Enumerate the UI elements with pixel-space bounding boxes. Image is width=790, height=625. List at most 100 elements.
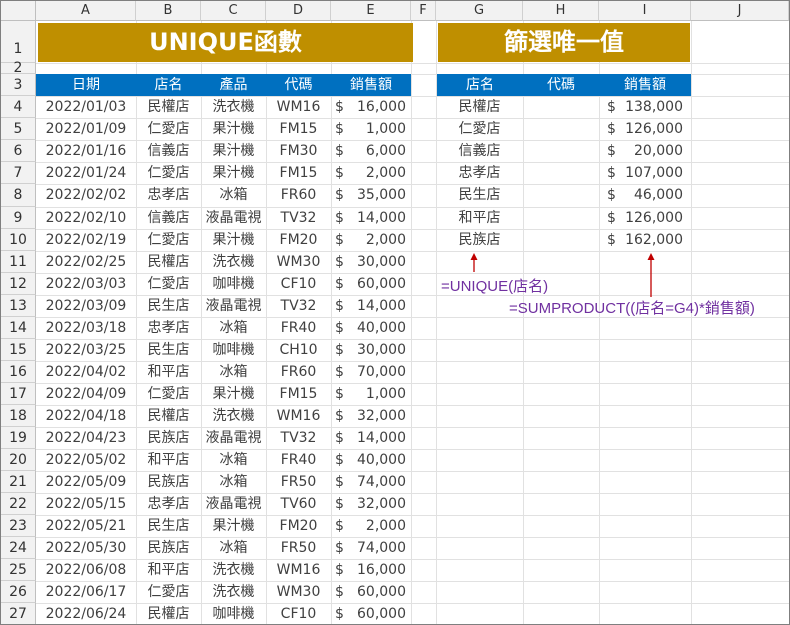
row-header-15[interactable]: 15 [1,339,36,361]
row-header-24[interactable]: 24 [1,537,36,559]
product-cell[interactable]: 洗衣機 [201,559,266,581]
row-header-26[interactable]: 26 [1,581,36,603]
select-all-corner[interactable] [1,1,36,21]
store-cell[interactable]: 民權店 [136,405,201,427]
code-cell[interactable]: TV32 [266,427,331,449]
date-cell[interactable]: 2022/05/02 [36,449,136,471]
product-cell[interactable]: 冰箱 [201,449,266,471]
product-cell[interactable]: 果汁機 [201,229,266,251]
code-cell[interactable]: FM15 [266,118,331,140]
code-cell[interactable]: FR50 [266,537,331,559]
sales-amount-cell[interactable]: $1,000 [331,118,411,140]
code-cell[interactable]: CH10 [266,339,331,361]
left-title[interactable]: UNIQUE函數 [38,23,413,62]
product-cell[interactable]: 洗衣機 [201,251,266,273]
column-header-f[interactable]: F [411,1,436,21]
row-header-19[interactable]: 19 [1,427,36,449]
row-header-27[interactable]: 27 [1,603,36,624]
column-header-a[interactable]: A [36,1,136,21]
product-cell[interactable]: 咖啡機 [201,273,266,295]
code-cell[interactable]: WM16 [266,559,331,581]
unique-code-cell[interactable] [523,140,599,162]
store-cell[interactable]: 民權店 [136,251,201,273]
date-cell[interactable]: 2022/06/08 [36,559,136,581]
row-header-20[interactable]: 20 [1,449,36,471]
unique-code-cell[interactable] [523,162,599,184]
sales-amount-cell[interactable]: $40,000 [331,449,411,471]
store-cell[interactable]: 民生店 [136,515,201,537]
product-cell[interactable]: 咖啡機 [201,603,266,624]
code-cell[interactable]: FM20 [266,229,331,251]
store-cell[interactable]: 民權店 [136,603,201,624]
sales-amount-cell[interactable]: $2,000 [331,515,411,537]
store-cell[interactable]: 民族店 [136,427,201,449]
code-cell[interactable]: CF10 [266,603,331,624]
unique-code-cell[interactable] [523,184,599,207]
code-cell[interactable]: TV32 [266,295,331,317]
product-cell[interactable]: 果汁機 [201,118,266,140]
unique-store-cell[interactable]: 信義店 [436,140,523,162]
product-cell[interactable]: 冰箱 [201,317,266,339]
sales-amount-cell[interactable]: $32,000 [331,405,411,427]
right-header-cell[interactable]: 店名 [437,74,523,96]
code-cell[interactable]: TV60 [266,493,331,515]
date-cell[interactable]: 2022/04/18 [36,405,136,427]
date-cell[interactable]: 2022/02/19 [36,229,136,251]
date-cell[interactable]: 2022/01/03 [36,96,136,118]
row-header-21[interactable]: 21 [1,471,36,493]
date-cell[interactable]: 2022/03/09 [36,295,136,317]
sales-amount-cell[interactable]: $16,000 [331,96,411,118]
product-cell[interactable]: 液晶電視 [201,295,266,317]
code-cell[interactable]: WM16 [266,405,331,427]
row-header-18[interactable]: 18 [1,405,36,427]
product-cell[interactable]: 果汁機 [201,515,266,537]
date-cell[interactable]: 2022/03/18 [36,317,136,339]
code-cell[interactable]: FR50 [266,471,331,493]
code-cell[interactable]: FR40 [266,449,331,471]
date-cell[interactable]: 2022/06/17 [36,581,136,603]
row-header-14[interactable]: 14 [1,317,36,339]
sales-amount-cell[interactable]: $70,000 [331,361,411,383]
sales-amount-cell[interactable]: $2,000 [331,229,411,251]
store-cell[interactable]: 仁愛店 [136,118,201,140]
unique-total-cell[interactable]: $126,000 [599,118,691,140]
store-cell[interactable]: 和平店 [136,449,201,471]
unique-total-cell[interactable]: $107,000 [599,162,691,184]
sales-amount-cell[interactable]: $2,000 [331,162,411,184]
column-header-j[interactable]: J [691,1,789,21]
row-header-7[interactable]: 7 [1,162,36,184]
date-cell[interactable]: 2022/05/21 [36,515,136,537]
column-header-d[interactable]: D [266,1,331,21]
product-cell[interactable]: 冰箱 [201,184,266,207]
store-cell[interactable]: 民權店 [136,96,201,118]
code-cell[interactable]: FR60 [266,184,331,207]
date-cell[interactable]: 2022/03/25 [36,339,136,361]
code-cell[interactable]: CF10 [266,273,331,295]
row-header-25[interactable]: 25 [1,559,36,581]
code-cell[interactable]: TV32 [266,207,331,229]
unique-total-cell[interactable]: $138,000 [599,96,691,118]
row-header-3[interactable]: 3 [1,74,36,96]
row-header-17[interactable]: 17 [1,383,36,405]
product-cell[interactable]: 洗衣機 [201,96,266,118]
sales-amount-cell[interactable]: $14,000 [331,427,411,449]
store-cell[interactable]: 信義店 [136,140,201,162]
store-cell[interactable]: 信義店 [136,207,201,229]
right-title[interactable]: 篩選唯一值 [438,23,690,62]
row-header-5[interactable]: 5 [1,118,36,140]
row-header-6[interactable]: 6 [1,140,36,162]
unique-total-cell[interactable]: $20,000 [599,140,691,162]
date-cell[interactable]: 2022/04/09 [36,383,136,405]
date-cell[interactable]: 2022/01/09 [36,118,136,140]
date-cell[interactable]: 2022/01/16 [36,140,136,162]
unique-total-cell[interactable]: $46,000 [599,184,691,207]
code-cell[interactable]: WM30 [266,251,331,273]
column-header-e[interactable]: E [331,1,411,21]
code-cell[interactable]: FM30 [266,140,331,162]
code-cell[interactable]: WM16 [266,96,331,118]
date-cell[interactable]: 2022/04/23 [36,427,136,449]
product-cell[interactable]: 冰箱 [201,471,266,493]
store-cell[interactable]: 仁愛店 [136,581,201,603]
sales-amount-cell[interactable]: $60,000 [331,581,411,603]
sales-amount-cell[interactable]: $40,000 [331,317,411,339]
